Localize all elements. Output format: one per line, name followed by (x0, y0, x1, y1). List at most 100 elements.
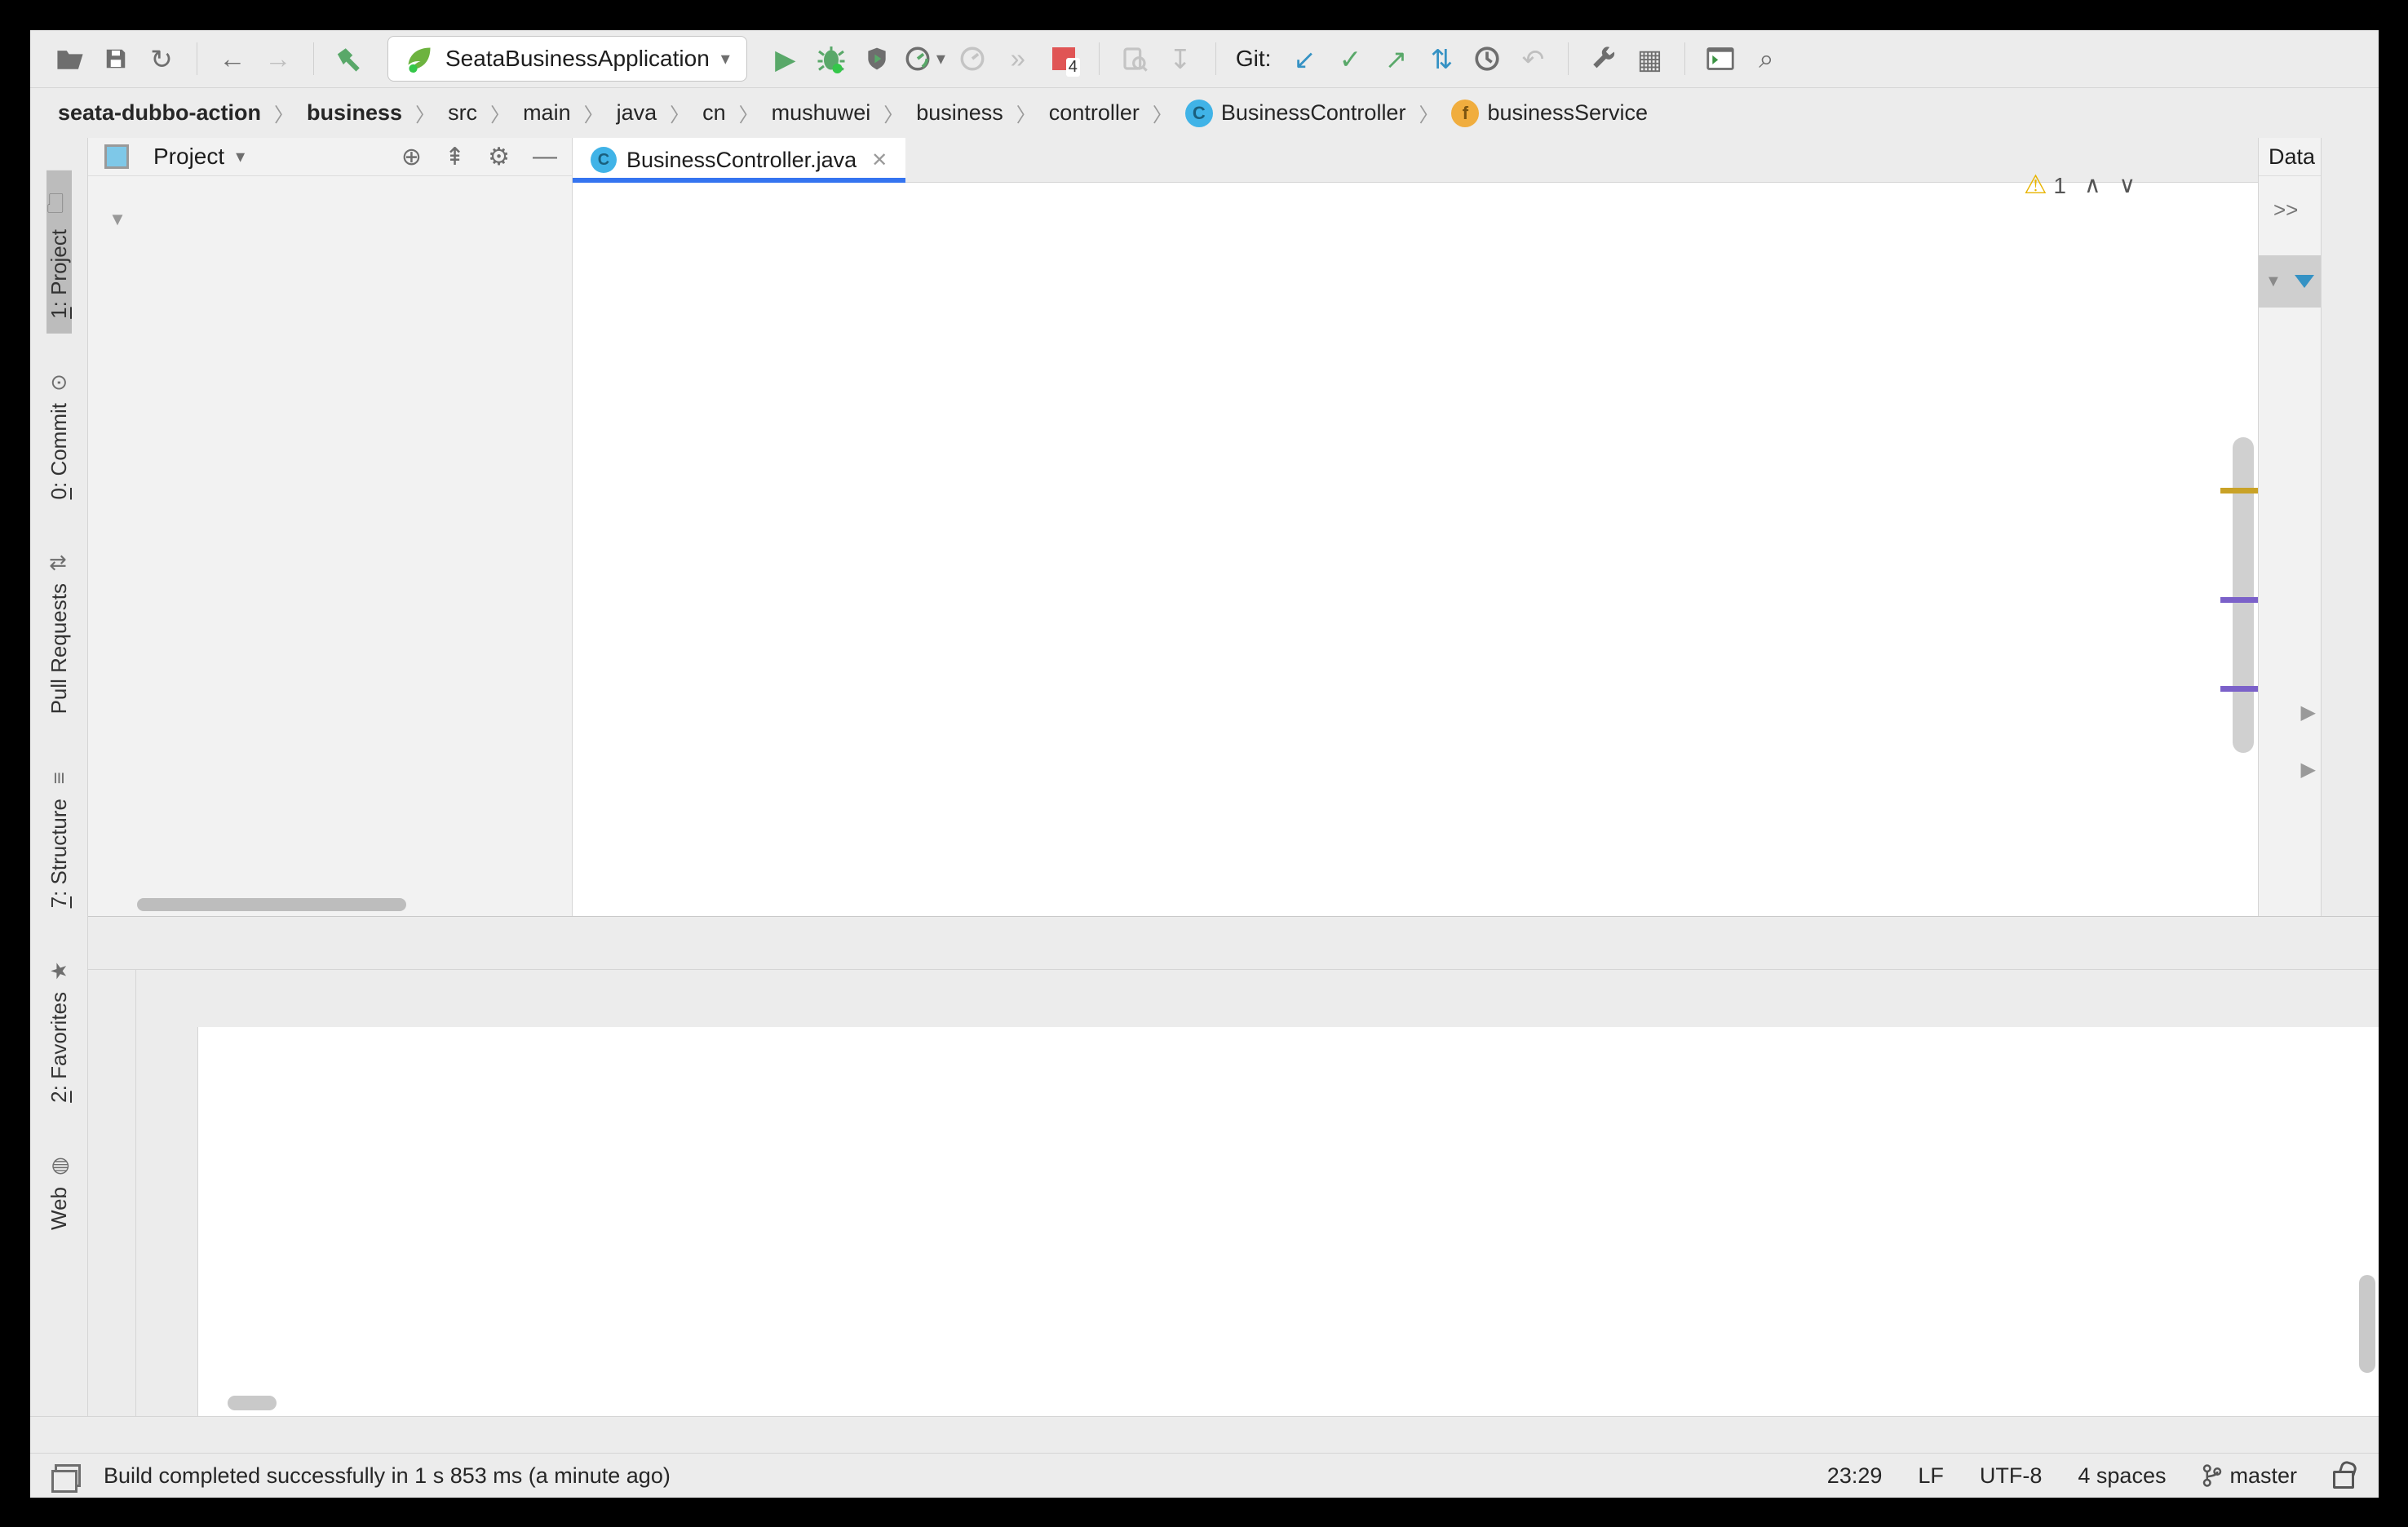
build-hammer-icon[interactable] (330, 39, 368, 78)
star-icon: ★ (46, 961, 71, 981)
code-area[interactable] (573, 183, 2258, 916)
spring-boot-icon (405, 44, 434, 73)
git-update-icon[interactable]: ↙ (1286, 39, 1323, 78)
tree-horizontal-scrollbar[interactable] (137, 898, 406, 911)
inspections-widget[interactable]: ⚠ 1 ∧ ∨ (2024, 169, 2136, 200)
next-warning-icon[interactable]: ∨ (2119, 171, 2136, 198)
git-branch-widget[interactable]: master (2202, 1463, 2297, 1489)
more-actions[interactable]: >> (2273, 197, 2321, 223)
close-icon[interactable]: ✕ (871, 148, 888, 172)
breadcrumb-separator: 〉 (883, 104, 904, 126)
project-structure-icon[interactable]: ▦ (1631, 39, 1668, 78)
tree-item[interactable]: ▼ (88, 199, 572, 240)
line-ending[interactable]: LF (1918, 1463, 1944, 1489)
save-icon[interactable] (97, 39, 135, 78)
editor-tab-title: BusinessController.java (626, 147, 857, 172)
sidebar-item---structure[interactable]: 7: Structure ≡ (46, 750, 72, 923)
find-file-icon[interactable] (1116, 39, 1153, 78)
breadcrumb-item[interactable]: cn (702, 100, 726, 126)
profiler-attach-icon[interactable] (954, 39, 991, 78)
hide-panel-icon[interactable]: — (533, 143, 557, 170)
bottom-toolwindow-bar (30, 1416, 2379, 1454)
indent-setting[interactable]: 4 spaces (2078, 1463, 2166, 1489)
console-horizontal-scrollbar[interactable] (228, 1396, 277, 1410)
sidebar-item---commit[interactable]: 0: Commit ⊙ (46, 355, 72, 514)
editor-tab[interactable]: C BusinessController.java ✕ (573, 138, 906, 183)
database-filter-row[interactable]: ▼ (2259, 255, 2321, 308)
prev-warning-icon[interactable]: ∧ (2084, 171, 2101, 198)
caret-position[interactable]: 23:29 (1827, 1463, 1883, 1489)
history-clock-icon[interactable] (1468, 39, 1506, 78)
wrench-icon[interactable] (1585, 39, 1622, 78)
scrollbar-usage-mark (2220, 686, 2258, 692)
git-push-icon[interactable]: ↗ (1377, 39, 1414, 78)
main-toolbar: ↻ ← → SeataBusinessApplication ▾ ▶ ▾ » 4 ↧ Git: ↙ ✓ ↗… (30, 30, 2379, 88)
status-bar: Build completed successfully in 1 s 853 … (30, 1453, 2379, 1498)
breadcrumb-separator: 〉 (415, 104, 436, 126)
sidebar-item---project[interactable]: 1: Project 🗀 (43, 170, 72, 334)
toolwindow-toggle-icon[interactable] (51, 1464, 81, 1493)
breadcrumb: seata-dubbo-action 〉 business 〉 src 〉 main 〉 jav… (30, 88, 2379, 139)
console-output[interactable] (198, 1027, 2379, 1417)
tree-collapse-icon[interactable]: ▼ (103, 209, 132, 230)
debug-bug-icon[interactable] (812, 39, 850, 78)
box-down-icon[interactable]: ↧ (1162, 39, 1199, 78)
sidebar-item---favorites[interactable]: 2: Favorites ★ (46, 944, 72, 1118)
left-toolwindow-stripe: 1: Project 🗀 0: Commit ⊙ Pull Requests ⇅ 7: St… (30, 138, 88, 1417)
profiler-icon[interactable]: ▾ (904, 39, 945, 78)
open-folder-icon[interactable] (51, 39, 89, 78)
tree-expand-icon[interactable]: ▶ (2301, 701, 2316, 724)
breadcrumb-item[interactable]: business (307, 100, 402, 126)
sidebar-item-pull-requests[interactable]: Pull Requests ⇅ (46, 535, 72, 728)
breadcrumb-item[interactable]: mushuwei (772, 100, 871, 126)
breadcrumb-item[interactable]: business (916, 100, 1003, 126)
encoding[interactable]: UTF-8 (1980, 1463, 2043, 1489)
editor[interactable]: C BusinessController.java ✕ ⚠ 1 ∧ ∨ (573, 138, 2258, 916)
breadcrumb-separator: 〉 (1152, 104, 1172, 126)
stop-icon[interactable]: 4 (1045, 39, 1082, 78)
console-actions-column (136, 1027, 198, 1417)
pull-request-icon: ⇅ (46, 553, 71, 572)
project-tab-icon (103, 143, 131, 170)
git-commit-icon[interactable]: ✓ (1331, 39, 1369, 78)
search-icon[interactable]: ⌕ (1747, 39, 1785, 78)
run-configuration-name: SeataBusinessApplication (445, 46, 710, 71)
breadcrumb-item[interactable]: C BusinessController (1184, 99, 1405, 127)
breadcrumb-separator: 〉 (738, 104, 759, 126)
ide-window: ↻ ← → SeataBusinessApplication ▾ ▶ ▾ » 4 ↧ Git: ↙ ✓ ↗… (30, 30, 2379, 1498)
sidebar-item-web[interactable]: Web ◍ (46, 1139, 72, 1245)
lock-icon[interactable] (2333, 1471, 2354, 1489)
breadcrumb-item[interactable]: src (448, 100, 477, 126)
module-icon (132, 204, 163, 235)
locate-icon[interactable]: ⊕ (401, 143, 422, 171)
breadcrumb-item[interactable]: main (523, 100, 571, 126)
scrollbar-warning-mark (2220, 488, 2258, 494)
skip-icon[interactable]: » (999, 39, 1037, 78)
collapse-all-icon[interactable]: ⇞ (445, 143, 465, 171)
run-configuration-select[interactable]: SeataBusinessApplication ▾ (387, 36, 747, 82)
run-icon[interactable]: ▶ (767, 39, 804, 78)
debug-toolwindow (88, 916, 2379, 1417)
breadcrumb-item[interactable]: seata-dubbo-action (58, 100, 261, 126)
console-vertical-scrollbar[interactable] (2359, 1275, 2375, 1373)
breadcrumb-item[interactable]: f businessService (1451, 99, 1648, 127)
gear-icon[interactable]: ⚙ (488, 143, 510, 171)
project-panel-title[interactable]: Project (153, 144, 224, 170)
coverage-icon[interactable] (858, 39, 896, 78)
status-message[interactable]: Build completed successfully in 1 s 853 … (104, 1463, 671, 1489)
class-icon: C (591, 147, 617, 173)
back-icon[interactable]: ← (214, 39, 251, 78)
breadcrumb-item[interactable]: controller (1049, 100, 1140, 126)
forward-icon[interactable]: → (259, 39, 297, 78)
editor-scrollbar[interactable] (2233, 437, 2254, 753)
sync-icon[interactable]: ↻ (143, 39, 180, 78)
breadcrumb-item[interactable]: java (617, 100, 657, 126)
chevron-down-icon[interactable]: ▾ (236, 146, 245, 167)
rollback-icon[interactable]: ↶ (1514, 39, 1551, 78)
toolbar-separator (1215, 42, 1216, 75)
git-fetch-icon[interactable]: ⇅ (1423, 39, 1460, 78)
terminal-run-icon[interactable] (1702, 39, 1739, 78)
project-icon: 🗀 (42, 192, 68, 215)
project-tree: ▼ (88, 176, 572, 916)
tree-expand-icon[interactable]: ▶ (2301, 758, 2316, 781)
